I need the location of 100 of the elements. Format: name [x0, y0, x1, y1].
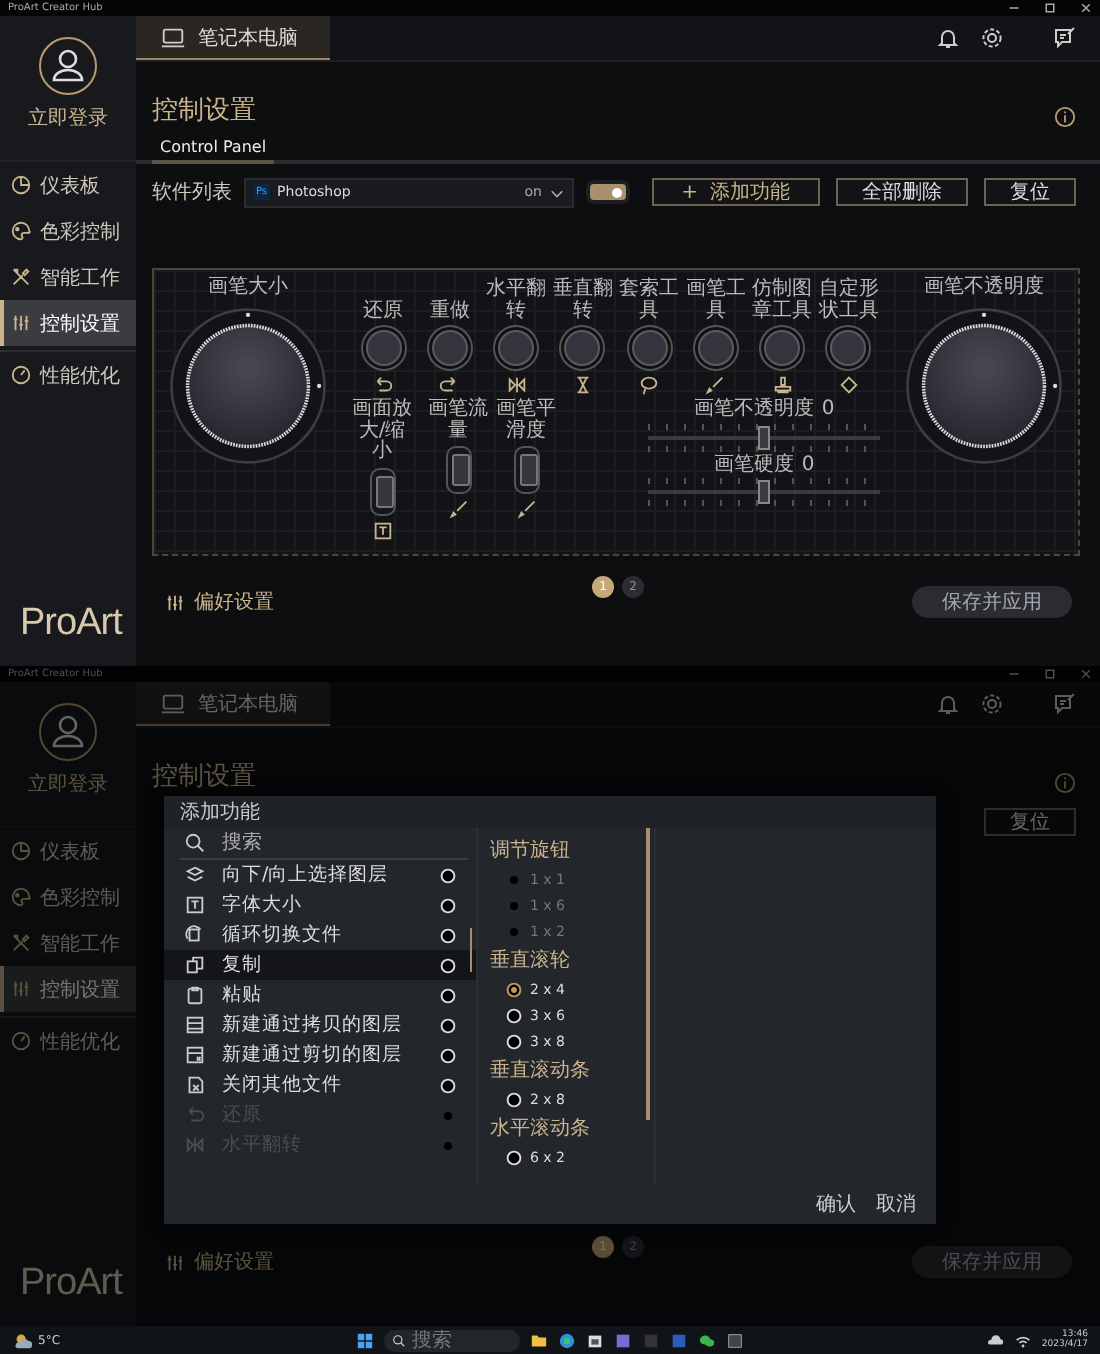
rocker-thumb[interactable] — [451, 454, 469, 486]
slider-thumb[interactable] — [758, 425, 770, 449]
action-button[interactable]: + 添加功能 — [651, 178, 820, 206]
page-title: 控制设置 — [152, 759, 256, 793]
dial[interactable] — [904, 305, 1064, 465]
creator-hub-icon[interactable] — [726, 1331, 744, 1349]
nav-icon — [10, 220, 32, 242]
knob-icon — [372, 374, 394, 396]
function-item[interactable]: 关闭其他文件 — [164, 1070, 476, 1100]
toggle-switch[interactable] — [586, 180, 630, 204]
knob[interactable] — [359, 324, 407, 372]
dial-label: 画笔大小 — [208, 278, 288, 299]
avatar-icon[interactable] — [38, 36, 98, 96]
nav-item[interactable]: 智能工作 — [0, 254, 136, 300]
nav-item[interactable]: 色彩控制 — [0, 208, 136, 254]
search-field[interactable]: 搜索 — [180, 828, 468, 860]
group-title: 垂直滚轮 — [490, 947, 572, 974]
nav-icon — [10, 886, 32, 908]
app-icon[interactable] — [614, 1331, 632, 1349]
function-item[interactable]: 字体大小 — [164, 890, 476, 920]
store-icon[interactable] — [586, 1331, 604, 1349]
rocker-switch[interactable] — [445, 446, 471, 494]
info-icon[interactable] — [1054, 106, 1076, 128]
rocker-switch[interactable] — [513, 446, 539, 494]
taskbar-search[interactable]: 搜索 — [384, 1329, 520, 1351]
knob-icon — [704, 374, 727, 396]
function-item[interactable]: 新建通过剪切的图层 — [164, 1040, 476, 1070]
start-icon[interactable] — [356, 1331, 374, 1349]
function-item[interactable]: 向下/向上选择图层 — [164, 860, 476, 890]
cloud-icon[interactable] — [985, 1331, 1004, 1349]
weather-icon — [12, 1329, 34, 1351]
preferences-link[interactable]: 偏好设置 — [164, 588, 274, 616]
logo: ProArt — [18, 602, 125, 648]
rocker-switch[interactable] — [369, 467, 395, 515]
knob-label: 水平翻转 — [485, 278, 548, 322]
knob-icon — [837, 374, 860, 396]
function-item[interactable]: 粘贴 — [164, 980, 476, 1010]
maximize-icon[interactable] — [1044, 2, 1056, 14]
function-icon — [184, 1074, 206, 1096]
function-item[interactable]: 复制 — [164, 950, 476, 980]
knob[interactable] — [691, 324, 740, 372]
switch-icon — [371, 519, 393, 541]
knob[interactable] — [824, 324, 873, 372]
rocker-thumb[interactable] — [519, 454, 537, 486]
knob-label: 垂直翻转 — [551, 278, 614, 322]
settings-icon[interactable] — [980, 26, 1004, 50]
knob-label: 套索工具 — [618, 278, 681, 322]
login-link[interactable]: 立即登录 — [28, 104, 108, 132]
nav-icon — [10, 978, 32, 1000]
knob[interactable] — [425, 324, 474, 372]
bell-icon[interactable] — [936, 26, 960, 50]
chat-icon[interactable] — [698, 1331, 716, 1349]
wifi-icon[interactable] — [1013, 1331, 1032, 1349]
knob-label: 重做 — [427, 297, 472, 322]
action-button[interactable]: 全部删除 — [836, 178, 968, 206]
slider-label: 画笔硬度 — [713, 455, 794, 476]
close-icon[interactable] — [1080, 2, 1092, 14]
dial[interactable] — [168, 305, 328, 465]
save-button[interactable]: 保存并应用 — [912, 586, 1072, 618]
knob[interactable] — [625, 324, 674, 372]
function-item[interactable]: 新建通过拷贝的图层 — [164, 1010, 476, 1040]
function-item[interactable]: 循环切换文件 — [164, 920, 476, 950]
slider-thumb[interactable] — [758, 480, 770, 504]
function-icon — [184, 894, 206, 916]
feedback-icon[interactable] — [1052, 26, 1076, 50]
dialog-title: 添加功能 — [180, 799, 260, 826]
slider[interactable] — [648, 480, 880, 504]
browser-icon[interactable] — [558, 1331, 576, 1349]
knob[interactable] — [492, 324, 541, 372]
search-icon — [184, 832, 206, 854]
nav-item[interactable]: 控制设置 — [0, 300, 136, 346]
knob[interactable] — [558, 324, 607, 372]
group-title: 垂直滚动条 — [490, 1057, 592, 1084]
search-input[interactable]: 搜索 — [222, 832, 342, 854]
nav-item[interactable]: 控制设置 — [0, 966, 136, 1012]
laptop-icon — [160, 25, 186, 49]
confirm-button[interactable]: 确认 — [812, 1190, 860, 1218]
switch-label: 画笔流量 — [428, 400, 488, 442]
nav-icon — [10, 364, 32, 386]
device-tab[interactable]: 笔记本电脑 — [136, 16, 330, 60]
document-icon[interactable] — [670, 1331, 688, 1349]
nav-item[interactable]: 性能优化 — [0, 350, 136, 398]
switch-icon — [515, 498, 537, 520]
slider[interactable] — [648, 425, 880, 449]
switch-label: 画笔平滑度 — [496, 400, 556, 442]
cancel-button[interactable]: 取消 — [872, 1190, 920, 1218]
knob[interactable] — [758, 324, 807, 372]
nav-icon — [10, 174, 32, 196]
nav-item[interactable]: 仪表板 — [0, 162, 136, 208]
minimize-icon[interactable] — [1008, 2, 1020, 14]
knob-icon — [438, 374, 461, 396]
folder-icon[interactable] — [530, 1331, 548, 1349]
knob-label: 仿制图章工具 — [751, 278, 814, 322]
action-button[interactable]: 复位 — [984, 178, 1076, 206]
tab[interactable]: Control Panel — [152, 136, 275, 164]
function-icon — [184, 1104, 206, 1126]
radio-button[interactable] — [506, 981, 522, 997]
rocker-thumb[interactable] — [375, 475, 393, 507]
group-title: 调节旋钮 — [490, 837, 572, 864]
function-icon — [184, 954, 206, 976]
